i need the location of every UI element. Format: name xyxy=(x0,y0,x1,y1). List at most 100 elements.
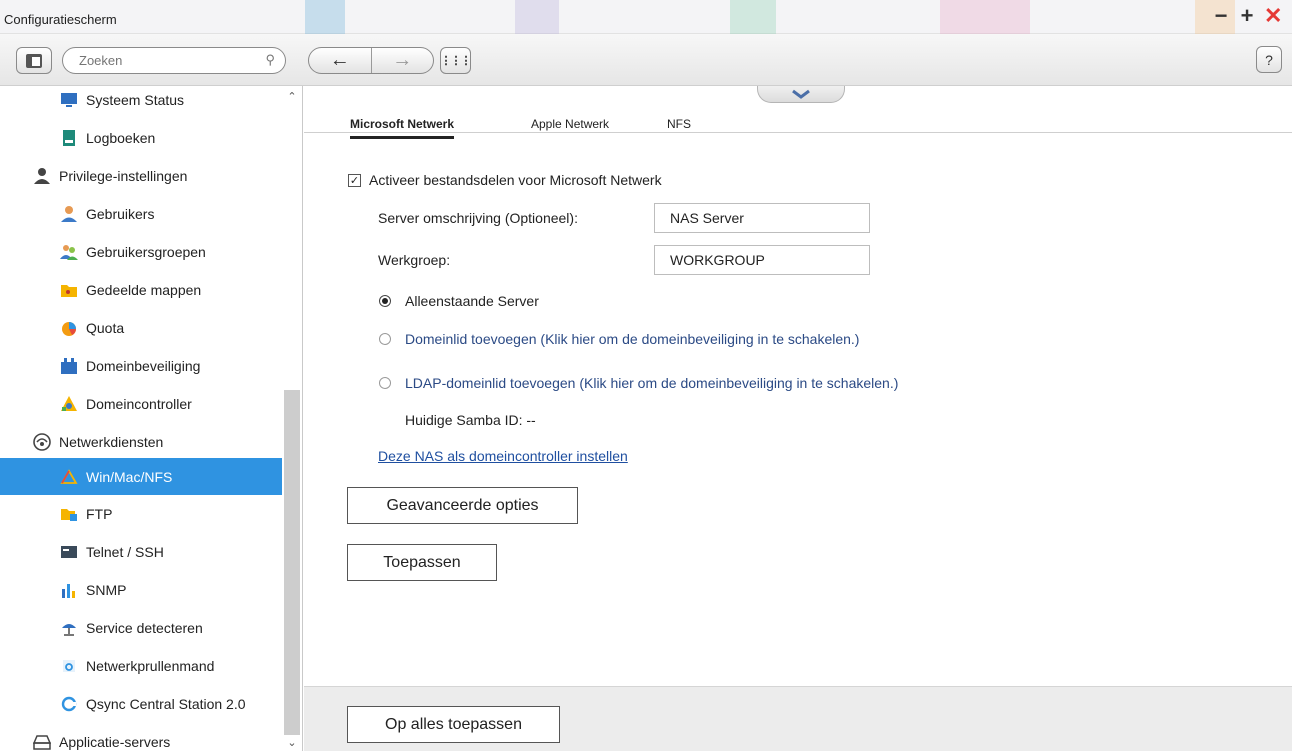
folder-icon xyxy=(61,285,77,297)
sync-icon xyxy=(61,696,77,712)
monitor-icon xyxy=(61,93,77,107)
sidebar-item-systeem-status[interactable]: Systeem Status xyxy=(0,86,282,119)
server-icon xyxy=(33,735,51,750)
sidebar-item-label: SNMP xyxy=(86,582,127,598)
close-button[interactable]: ✕ xyxy=(1264,5,1282,27)
sidebar-item-label: FTP xyxy=(86,506,113,522)
log-icon xyxy=(63,130,75,146)
sidebar-item-label: Win/Mac/NFS xyxy=(86,468,173,485)
sidebar-item-label: Qsync Central Station 2.0 xyxy=(86,696,246,712)
sidebar-item-gebruikers[interactable]: Gebruikers xyxy=(0,195,282,233)
sidebar-item-label: Domeinbeveiliging xyxy=(86,358,201,374)
checkbox-label: Activeer bestandsdelen voor Microsoft Ne… xyxy=(369,172,662,188)
minimize-button[interactable]: − xyxy=(1212,5,1230,27)
tab-apple-netwerk[interactable]: Apple Netwerk xyxy=(531,117,609,131)
radio-label: Alleenstaande Server xyxy=(405,293,539,309)
sidebar-item-label: Applicatie-servers xyxy=(59,734,171,750)
workgroup-field[interactable] xyxy=(654,245,870,275)
sidebar-item-label: Quota xyxy=(86,320,125,336)
server-description-label: Server omschrijving (Optioneel): xyxy=(378,210,578,226)
tab-bar: Microsoft Netwerk Apple Netwerk NFS xyxy=(304,108,1292,139)
sidebar-item-label: Telnet / SSH xyxy=(86,544,164,560)
workgroup-label: Werkgroep: xyxy=(378,252,451,268)
sidebar-item-telnet-ssh[interactable]: Telnet / SSH xyxy=(0,533,282,571)
apply-button[interactable]: Toepassen xyxy=(347,544,497,581)
navigation-buttons: ← → xyxy=(308,47,434,74)
window-title: Configuratiescherm xyxy=(4,12,117,27)
background-decoration xyxy=(730,0,776,34)
samba-id-text: Huidige Samba ID: -- xyxy=(405,412,536,428)
sidebar-item-domeinbeveiliging[interactable]: Domeinbeveiliging xyxy=(0,347,282,385)
network-icon xyxy=(33,433,51,451)
maximize-button[interactable]: + xyxy=(1238,5,1256,27)
footer-bar: Op alles toepassen xyxy=(304,686,1292,751)
sidebar-item-gebruikersgroepen[interactable]: Gebruikersgroepen xyxy=(0,233,282,271)
sidebar-item-netwerkdiensten[interactable]: Netwerkdiensten xyxy=(0,423,282,461)
satellite-icon xyxy=(62,624,76,636)
window-controls: − + ✕ xyxy=(1212,5,1283,27)
user-icon xyxy=(61,206,77,222)
sidebar-item-label: Domeincontroller xyxy=(86,396,192,412)
forward-button[interactable]: → xyxy=(370,48,434,73)
bars-icon xyxy=(62,584,75,598)
terminal-icon xyxy=(61,546,77,558)
search-icon[interactable]: ⚲ xyxy=(265,52,275,68)
radio-standalone-server[interactable]: Alleenstaande Server xyxy=(379,293,539,309)
sidebar-item-label: Privilege-instellingen xyxy=(59,168,188,184)
ftp-icon xyxy=(61,509,77,521)
toolbar: ⚲ ← → ⋮⋮⋮ ? xyxy=(0,34,1292,86)
domain-controller-link[interactable]: Deze NAS als domeincontroller instellen xyxy=(378,448,628,464)
pie-icon xyxy=(62,322,76,336)
sidebar-item-label: Service detecteren xyxy=(86,620,203,636)
advanced-options-button[interactable]: Geavanceerde opties xyxy=(347,487,578,524)
sidebar-item-label: Gebruikersgroepen xyxy=(86,244,206,260)
radio-unselected-icon[interactable] xyxy=(379,377,391,389)
scroll-up-arrow-icon[interactable]: ⌃ xyxy=(283,90,301,103)
sidebar-item-domeincontroller[interactable]: Domeincontroller xyxy=(0,385,282,423)
sidebar-item-qsync[interactable]: Qsync Central Station 2.0 xyxy=(0,685,282,723)
title-bar: Configuratiescherm − + ✕ xyxy=(0,0,1292,34)
domain-icon xyxy=(61,358,77,374)
tab-nfs[interactable]: NFS xyxy=(667,117,691,131)
radio-label: Domeinlid toevoegen (Klik hier om de dom… xyxy=(405,331,860,347)
back-button[interactable]: ← xyxy=(309,48,371,73)
sidebar-toggle-button[interactable] xyxy=(16,47,52,74)
radio-ldap-domain-member[interactable]: LDAP-domeinlid toevoegen (Klik hier om d… xyxy=(379,375,898,391)
radio-selected-icon[interactable] xyxy=(379,295,391,307)
sidebar-item-applicatie-servers[interactable]: Applicatie-servers xyxy=(0,723,282,751)
radio-domain-member[interactable]: Domeinlid toevoegen (Klik hier om de dom… xyxy=(379,331,859,347)
apps-button[interactable]: ⋮⋮⋮ xyxy=(440,47,472,74)
main-panel: Microsoft Netwerk Apple Netwerk NFS ✓ Ac… xyxy=(304,86,1292,751)
collapse-toggle[interactable] xyxy=(757,86,845,103)
scroll-down-arrow-icon[interactable]: ⌄ xyxy=(283,736,301,749)
sidebar-item-win-mac-nfs[interactable]: Win/Mac/NFS xyxy=(0,458,282,495)
sidebar-item-service-detecteren[interactable]: Service detecteren xyxy=(0,609,282,647)
radio-unselected-icon[interactable] xyxy=(379,333,391,345)
sidebar-scrollbar[interactable]: ⌃ ⌄ xyxy=(283,86,301,751)
sidebar-item-quota[interactable]: Quota xyxy=(0,309,282,347)
enable-sharing-checkbox[interactable]: ✓ Activeer bestandsdelen voor Microsoft … xyxy=(348,172,662,188)
sidebar-item-label: Netwerkdiensten xyxy=(59,434,164,450)
checkbox-checked-icon[interactable]: ✓ xyxy=(348,173,361,187)
server-description-field[interactable] xyxy=(654,203,870,233)
search-input[interactable] xyxy=(79,53,259,68)
sidebar-item-privilege[interactable]: Privilege-instellingen xyxy=(0,157,282,195)
help-button[interactable]: ? xyxy=(1256,46,1282,73)
sidebar-item-snmp[interactable]: SNMP xyxy=(0,571,282,609)
apply-all-button[interactable]: Op alles toepassen xyxy=(347,706,560,743)
radio-label: LDAP-domeinlid toevoegen (Klik hier om d… xyxy=(405,375,899,391)
sidebar-item-netwerkprullenmand[interactable]: Netwerkprullenmand xyxy=(0,647,282,685)
tab-microsoft-netwerk[interactable]: Microsoft Netwerk xyxy=(350,117,455,139)
sidebar-item-label: Systeem Status xyxy=(86,92,185,108)
search-box[interactable]: ⚲ xyxy=(62,47,286,74)
background-decoration xyxy=(515,0,559,34)
sidebar-item-ftp[interactable]: FTP xyxy=(0,495,282,533)
sidebar-item-gedeelde-mappen[interactable]: Gedeelde mappen xyxy=(0,271,282,309)
sidebar-item-logboeken[interactable]: Logboeken xyxy=(0,119,282,157)
sidebar-item-label: Netwerkprullenmand xyxy=(86,658,215,674)
sidebar: Systeem Status Logboeken Privilege-inste… xyxy=(0,86,303,751)
sidebar-item-label: Logboeken xyxy=(86,130,156,146)
group-icon xyxy=(60,245,78,260)
scrollbar-thumb[interactable] xyxy=(284,390,300,735)
user-icon xyxy=(34,168,50,184)
